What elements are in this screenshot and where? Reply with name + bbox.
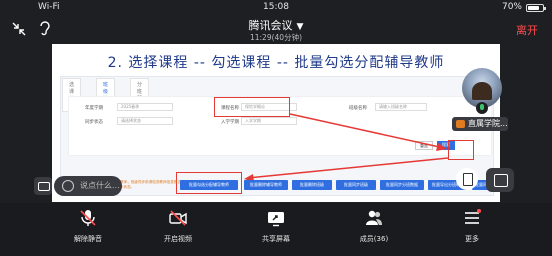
more-button[interactable]: 更多 xyxy=(442,209,502,244)
chat-input[interactable]: 说点什么... xyxy=(54,176,122,196)
participant-name-chip[interactable]: 直属学院... xyxy=(452,117,508,131)
mic-muted-icon xyxy=(80,210,96,226)
unmute-button[interactable]: 解除静音 xyxy=(58,209,118,244)
cast-icon[interactable] xyxy=(486,168,514,192)
share-screen-icon xyxy=(268,212,284,227)
battery-percent: 70% xyxy=(501,2,522,12)
members-button[interactable]: 成员(36) xyxy=(344,209,404,244)
clock: 15:08 xyxy=(263,2,289,12)
video-button[interactable]: 开启视频 xyxy=(148,209,208,244)
sync-class-button[interactable]: 批量同步班级 xyxy=(336,180,376,190)
chevron-down-icon: ▼ xyxy=(296,22,304,32)
video-off-icon xyxy=(169,210,187,226)
mic-active-icon xyxy=(476,102,488,114)
emoji-icon[interactable] xyxy=(62,180,74,192)
sync-data-button[interactable]: 批量同步分班数据 xyxy=(380,180,424,190)
meeting-header: 腾讯会议 ▼ 11:29(40分钟) 离开 xyxy=(0,14,552,44)
meeting-toolbar: 解除静音 开启视频 共享屏幕 成员(36) 更多 xyxy=(0,203,552,256)
delete-class-button[interactable]: 批量删除班级 xyxy=(292,180,332,190)
share-screen-button[interactable]: 共享屏幕 xyxy=(246,209,306,244)
chat-icon[interactable] xyxy=(34,177,52,195)
meeting-title[interactable]: 腾讯会议 ▼ xyxy=(0,17,552,33)
notes-icon[interactable] xyxy=(456,168,478,190)
more-icon xyxy=(465,209,481,224)
leave-button[interactable]: 离开 xyxy=(516,22,538,38)
delete-tutor-button[interactable]: 批量删除辅导教师 xyxy=(244,180,288,190)
user-icon xyxy=(456,120,465,128)
battery-icon xyxy=(526,4,546,12)
meeting-duration: 11:29(40分钟) xyxy=(249,33,302,42)
status-bar: Wi-Fi 15:08 70% xyxy=(0,0,552,14)
members-icon xyxy=(366,210,382,225)
assign-tutor-button[interactable]: 批量勾选分配辅导教师 xyxy=(180,180,238,190)
